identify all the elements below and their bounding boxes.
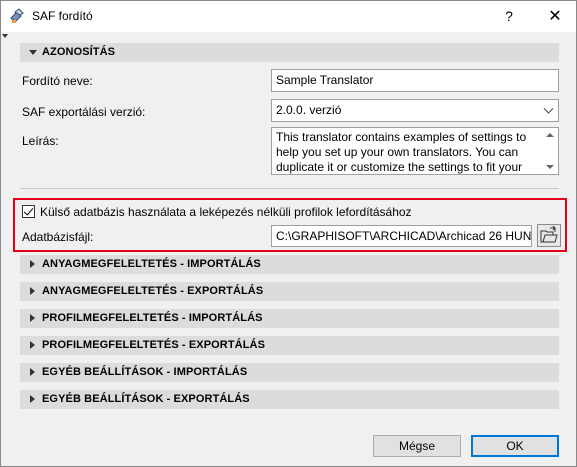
- external-db-checkbox-label[interactable]: Külső adatbázis használata a leképezés n…: [40, 205, 412, 219]
- scroll-up-icon[interactable]: [546, 133, 554, 137]
- help-button[interactable]: ?: [493, 1, 525, 32]
- section-title: ANYAGMEGFELELTETÉS - IMPORTÁLÁS: [42, 258, 261, 270]
- section-material-export[interactable]: ANYAGMEGFELELTETÉS - EXPORTÁLÁS: [20, 282, 559, 301]
- description-label: Leírás:: [22, 134, 59, 148]
- description-scrollbar[interactable]: [541, 128, 558, 174]
- collapse-triangle-icon: [29, 50, 37, 55]
- section-other-export[interactable]: EGYÉB BEÁLLÍTÁSOK - EXPORTÁLÁS: [20, 390, 559, 409]
- section-title: EGYÉB BEÁLLÍTÁSOK - EXPORTÁLÁS: [42, 393, 250, 405]
- export-version-label: SAF exportálási verzió:: [22, 105, 146, 119]
- expand-triangle-icon: [30, 341, 35, 349]
- title-bar: SAF fordító ? ✕: [1, 1, 576, 32]
- section-identification[interactable]: AZONOSÍTÁS: [20, 43, 559, 62]
- database-file-label: Adatbázisfájl:: [22, 230, 94, 244]
- database-file-path-input[interactable]: C:\GRAPHISOFT\ARCHICAD\Archicad 26 HUN\A…: [271, 225, 532, 247]
- expand-triangle-icon: [30, 368, 35, 376]
- checkmark-icon: [23, 205, 34, 216]
- external-db-checkbox[interactable]: [22, 205, 35, 218]
- cancel-button[interactable]: Mégse: [373, 435, 461, 457]
- section-title: PROFILMEGFELELTETÉS - IMPORTÁLÁS: [42, 312, 263, 324]
- chevron-down-icon: [543, 103, 554, 114]
- expand-triangle-icon: [30, 287, 35, 295]
- section-profile-import[interactable]: PROFILMEGFELELTETÉS - IMPORTÁLÁS: [20, 309, 559, 328]
- expand-triangle-icon: [30, 260, 35, 268]
- scroll-down-icon[interactable]: [546, 165, 554, 169]
- translator-name-input[interactable]: Sample Translator: [271, 69, 559, 92]
- translator-name-label: Fordító neve:: [22, 74, 93, 88]
- window-title: SAF fordító: [32, 9, 93, 23]
- section-title: EGYÉB BEÁLLÍTÁSOK - IMPORTÁLÁS: [42, 366, 248, 378]
- section-material-import[interactable]: ANYAGMEGFELELTETÉS - IMPORTÁLÁS: [20, 255, 559, 274]
- folder-open-icon: [540, 225, 558, 243]
- saf-translator-dialog: SAF fordító ? ✕ AZONOSÍTÁS Fordító neve:…: [0, 0, 577, 467]
- description-textarea[interactable]: This translator contains examples of set…: [271, 127, 559, 175]
- expand-triangle-icon: [30, 314, 35, 322]
- export-version-value: 2.0.0. verzió: [276, 103, 342, 117]
- ok-button[interactable]: OK: [471, 435, 559, 457]
- section-profile-export[interactable]: PROFILMEGFELELTETÉS - EXPORTÁLÁS: [20, 336, 559, 355]
- section-title: AZONOSÍTÁS: [42, 46, 116, 58]
- description-text: This translator contains examples of set…: [276, 130, 527, 174]
- expand-triangle-icon: [30, 395, 35, 403]
- close-button[interactable]: ✕: [535, 1, 575, 32]
- section-other-import[interactable]: EGYÉB BEÁLLÍTÁSOK - IMPORTÁLÁS: [20, 363, 559, 382]
- export-version-select[interactable]: 2.0.0. verzió: [271, 99, 559, 122]
- corner-marker-icon: [2, 34, 8, 38]
- divider: [20, 188, 559, 189]
- section-title: PROFILMEGFELELTETÉS - EXPORTÁLÁS: [42, 339, 266, 351]
- app-icon: [10, 8, 24, 23]
- browse-button[interactable]: [537, 224, 561, 247]
- section-title: ANYAGMEGFELELTETÉS - EXPORTÁLÁS: [42, 285, 264, 297]
